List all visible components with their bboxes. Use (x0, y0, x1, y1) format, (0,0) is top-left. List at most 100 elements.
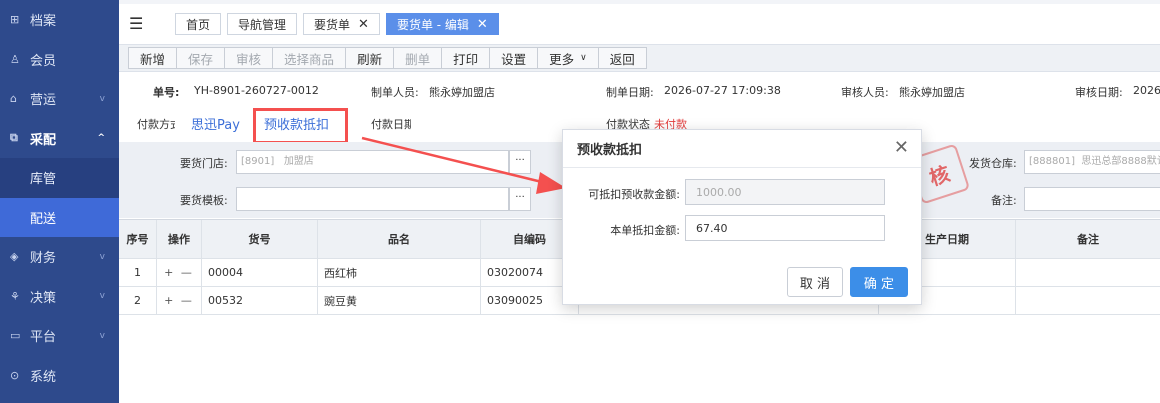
refresh-button[interactable]: 刷新 (345, 47, 395, 69)
row-ops[interactable]: + — (157, 287, 202, 314)
pay-option-link[interactable]: 思迅Pay (191, 114, 240, 133)
cancel-button[interactable]: 取 消 (787, 267, 843, 297)
delete-order-button[interactable]: 删单 (393, 47, 443, 69)
review-button[interactable]: 审核 (224, 47, 274, 69)
column-header: 备注 (1077, 233, 1099, 246)
button-label: 选择商品 (284, 51, 335, 67)
chevron-down-icon: ∨ (580, 53, 587, 63)
order-info-row: 单号: YH-8901-260727-0012 制单人员: 熊永婷加盟店 制单日… (119, 84, 1160, 102)
button-label: 刷新 (357, 51, 383, 67)
tab-home[interactable]: 首页 (175, 13, 222, 35)
dialog-title: 预收款抵扣 (577, 143, 643, 158)
close-icon[interactable]: ✕ (358, 17, 369, 32)
creator-label: 制单人员: (371, 86, 419, 99)
sidebar-item-platform[interactable]: ▭ 平台 v (0, 316, 119, 356)
reviewer-label: 审核人员: (841, 86, 889, 99)
sidebar-item-label: 会员 (30, 53, 57, 69)
template-input[interactable] (236, 187, 509, 211)
deduct-amount-field[interactable] (685, 215, 885, 241)
sidebar-item-label: 平台 (30, 330, 57, 346)
store-label: 要货门店: (180, 157, 228, 170)
pay-date-label: 付款日期 (371, 118, 411, 131)
close-icon[interactable]: ✕ (477, 17, 488, 32)
top-strip (119, 0, 1160, 4)
select-product-button[interactable]: 选择商品 (272, 47, 347, 69)
tab-requisition[interactable]: 要货单 ✕ (303, 13, 380, 35)
sidebar-item-delivery[interactable]: 配送 (0, 197, 119, 237)
menu-toggle-icon[interactable]: ☰ (129, 15, 153, 33)
store-picker-button[interactable]: ··· (509, 150, 531, 174)
toolbar: 新增 保存 审核 选择商品 刷新 删单 打印 设置 更多 ∨ 返回 (119, 44, 1160, 72)
remark-label: 备注: (991, 194, 1017, 207)
button-label: 保存 (188, 51, 214, 67)
settings-button[interactable]: 设置 (489, 47, 539, 69)
tab-label: 要货单 - 编辑 (396, 17, 469, 32)
button-label: 更多 (549, 51, 575, 67)
sidebar-item-inventory[interactable]: 库管 (0, 158, 119, 198)
order-no-label: 单号: (153, 86, 180, 99)
column-header: 操作 (157, 220, 202, 258)
chevron-down-icon: v (99, 251, 105, 262)
payment-method-label: 付款方式 (137, 118, 175, 131)
available-amount-label: 可抵扣预收款金额: (588, 188, 680, 201)
shop-icon: ⌂ (10, 92, 17, 106)
sidebar-item-label: 配送 (30, 211, 57, 227)
chevron-down-icon: v (99, 93, 105, 104)
user-icon: ♙ (10, 52, 20, 66)
dialog-header: 预收款抵扣 ✕ (563, 130, 921, 168)
sidebar-item-label: 营运 (30, 93, 57, 109)
sidebar: ⊞ 档案 ♙ 会员 ⌂ 营运 v ⧉ 采配 ^ 库管 配送 ◈ 财务 v ⚘ 决… (0, 0, 119, 403)
button-label: 新增 (140, 51, 166, 67)
store-code: [8901] (241, 156, 275, 167)
tab-label: 要货单 (314, 17, 351, 32)
row-seq: 2 (119, 287, 157, 314)
button-label: 删单 (405, 51, 431, 67)
row-name: 西红柿 (318, 259, 481, 286)
sidebar-item-decision[interactable]: ⚘ 决策 v (0, 277, 119, 317)
warehouse-input[interactable]: [888801] 思迅总部8888默认 (1024, 150, 1160, 174)
tab-nav-management[interactable]: 导航管理 (227, 13, 298, 35)
reviewer-value: 熊永婷加盟店 (899, 86, 965, 99)
row-code: 00004 (202, 259, 318, 286)
confirm-button[interactable]: 确 定 (850, 267, 908, 297)
sidebar-item-label: 系统 (30, 369, 57, 385)
sidebar-item-procurement[interactable]: ⧉ 采配 ^ (0, 119, 119, 159)
button-label: 设置 (501, 51, 527, 67)
close-icon[interactable]: ✕ (894, 139, 909, 157)
review-date-label: 审核日期: (1075, 86, 1123, 99)
store-name: 加盟店 (283, 156, 314, 167)
button-label: 返回 (609, 51, 635, 67)
template-picker-button[interactable]: ··· (509, 187, 531, 211)
store-input[interactable]: [8901] 加盟店 (236, 150, 509, 174)
back-button[interactable]: 返回 (597, 47, 647, 69)
grid-icon: ⊞ (10, 13, 20, 27)
order-no-value: YH-8901-260727-0012 (194, 84, 319, 97)
column-header: 序号 (119, 220, 157, 258)
sidebar-item-archive[interactable]: ⊞ 档案 (0, 0, 119, 40)
row-ops[interactable]: + — (157, 259, 202, 286)
print-button[interactable]: 打印 (441, 47, 491, 69)
tab-requisition-edit[interactable]: 要货单 - 编辑 ✕ (385, 13, 499, 35)
sidebar-item-operations[interactable]: ⌂ 营运 v (0, 79, 119, 119)
sidebar-item-label: 库管 (30, 172, 57, 188)
chevron-down-icon: v (99, 291, 105, 302)
add-button[interactable]: 新增 (128, 47, 178, 69)
sidebar-item-system[interactable]: ⊙ 系统 (0, 356, 119, 396)
save-button[interactable]: 保存 (176, 47, 226, 69)
sidebar-item-finance[interactable]: ◈ 财务 v (0, 237, 119, 277)
sidebar-item-member[interactable]: ♙ 会员 (0, 40, 119, 80)
tab-label: 导航管理 (238, 17, 287, 32)
more-button[interactable]: 更多 ∨ (537, 47, 599, 69)
finance-icon: ◈ (10, 250, 19, 264)
prepay-deduction-dialog: 预收款抵扣 ✕ 可抵扣预收款金额: 本单抵扣金额: 取 消 确 定 (562, 129, 922, 305)
chevron-up-icon: ^ (97, 133, 105, 144)
template-label: 要货模板: (180, 194, 228, 207)
column-header: 货号 (202, 220, 318, 258)
remark-input[interactable] (1024, 187, 1160, 211)
creator-value: 熊永婷加盟店 (429, 86, 495, 99)
deduct-amount-label: 本单抵扣金额: (610, 224, 680, 237)
create-date-value: 2026-07-27 17:09:38 (664, 84, 781, 97)
app-root: ⊞ 档案 ♙ 会员 ⌂ 营运 v ⧉ 采配 ^ 库管 配送 ◈ 财务 v ⚘ 决… (0, 0, 1160, 403)
warehouse-name: 思迅总部8888默认 (1081, 156, 1160, 167)
row-remark (1016, 259, 1160, 286)
